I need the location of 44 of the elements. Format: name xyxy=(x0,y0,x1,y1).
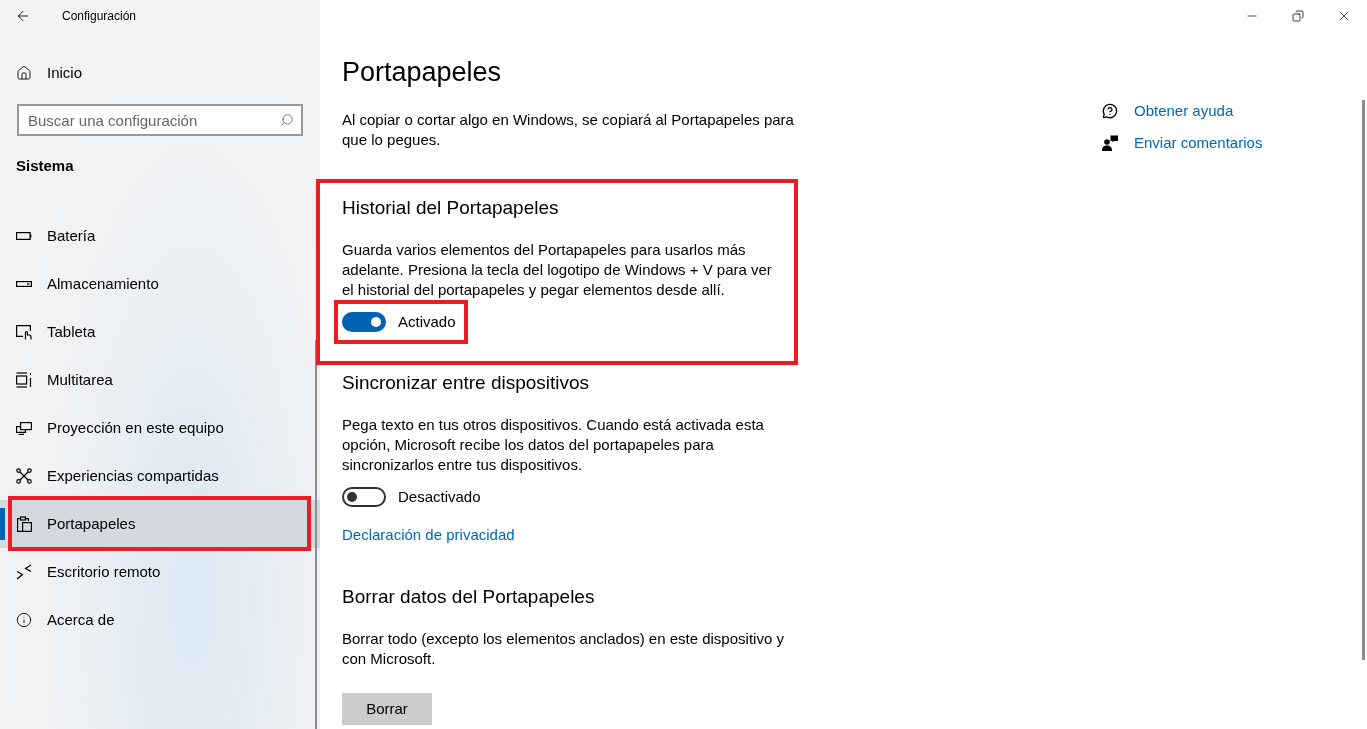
toggle-label: Desactivado xyxy=(398,487,481,507)
section-description: Pega texto en tus otros dispositivos. Cuando está activada esta opción, Microsoft recibe los datos del portapapeles para sincronizarlos entre tus dispositivos. xyxy=(342,415,765,475)
sidebar-item[interactable]: Tableta xyxy=(0,308,320,356)
section-heading: Borrar datos del Portapapeles xyxy=(342,585,596,609)
page-title: Portapapeles xyxy=(342,56,503,89)
section-heading: Sincronizar entre dispositivos xyxy=(342,371,591,395)
help-link[interactable]: Enviar comentarios xyxy=(1102,127,1263,159)
sidebar-item[interactable]: Batería xyxy=(0,212,320,260)
info-icon xyxy=(16,612,32,628)
restore-icon xyxy=(1292,10,1304,22)
sidebar-item[interactable]: Escritorio remoto xyxy=(0,548,320,596)
home-item[interactable]: Inicio xyxy=(0,49,320,97)
sidebar-item[interactable]: Acerca de xyxy=(0,596,320,644)
sidebar-item[interactable]: Almacenamiento xyxy=(0,260,320,308)
toggle-label: Activado xyxy=(398,312,456,332)
selection-indicator xyxy=(0,508,5,540)
search-icon xyxy=(280,113,294,127)
section-description: Borrar todo (excepto los elementos anclados) en este dispositivo y con Microsoft. xyxy=(342,629,784,669)
toggle-switch[interactable] xyxy=(342,487,386,507)
search-field[interactable]: Buscar una configuración xyxy=(17,104,303,136)
person-chat-icon xyxy=(1102,135,1118,151)
window-layout-icon xyxy=(16,372,32,388)
close-icon xyxy=(1337,9,1351,23)
arrow-left-icon xyxy=(15,8,31,24)
section-heading: Sistema xyxy=(15,156,75,176)
tablet-touch-icon xyxy=(16,324,32,340)
monitors-icon xyxy=(16,420,32,436)
privacy-link[interactable]: Declaración de privacidad xyxy=(342,525,515,545)
scrollbar-thumb[interactable] xyxy=(1362,100,1365,660)
clipboard-icon xyxy=(16,516,32,532)
toggle-switch[interactable] xyxy=(342,312,386,332)
window-title: Configuración xyxy=(62,8,137,24)
section-heading: Historial del Portapapeles xyxy=(342,196,560,220)
sidebar-item[interactable]: Multitarea xyxy=(0,356,320,404)
sidebar-item[interactable]: Proyección en este equipo xyxy=(0,404,320,452)
sidebar-item[interactable]: Experiencias compartidas xyxy=(0,452,320,500)
home-icon xyxy=(16,65,32,81)
section-description: Guarda varios elementos del Portapapeles para usarlos más adelante. Presiona la tecla del logotipo de Windows + V para ver el historial del portapapeles y pegar elementos desde allí. xyxy=(342,240,773,300)
chat-question-icon xyxy=(1102,103,1118,119)
help-link[interactable]: Obtener ayuda xyxy=(1102,95,1263,127)
network-nodes-icon xyxy=(16,468,32,484)
clear-button[interactable]: Borrar xyxy=(342,693,432,725)
scrollbar-thumb[interactable] xyxy=(315,340,317,729)
page-description: Al copiar o cortar algo en Windows, se copiará al Portapapeles para que lo pegues. xyxy=(342,110,795,150)
